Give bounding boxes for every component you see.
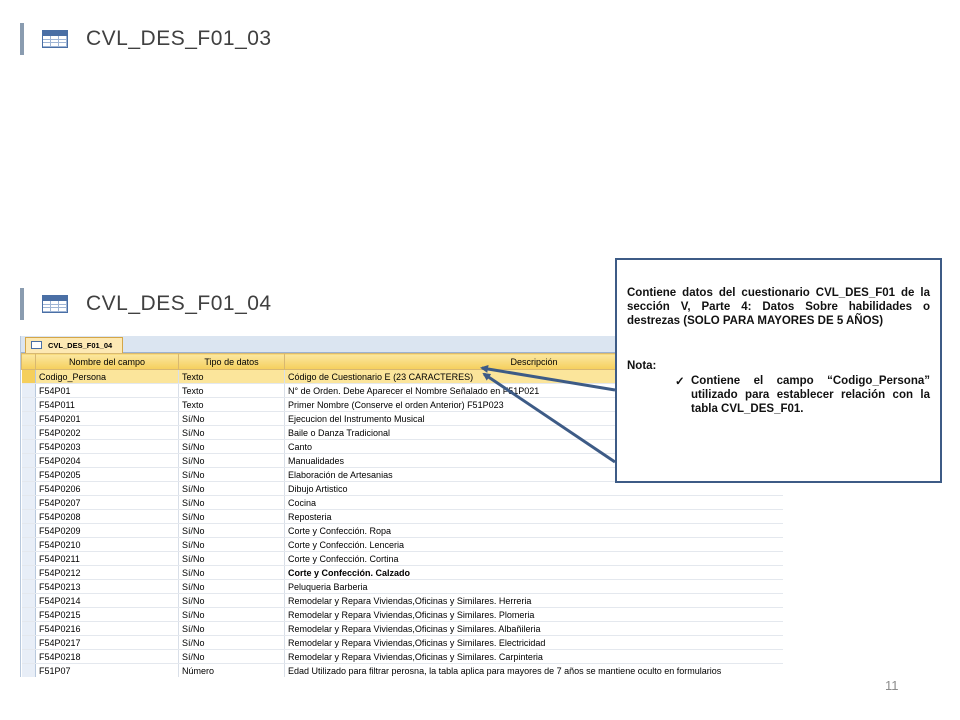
page-number: 11	[885, 678, 899, 693]
connector-arrows	[480, 365, 616, 464]
